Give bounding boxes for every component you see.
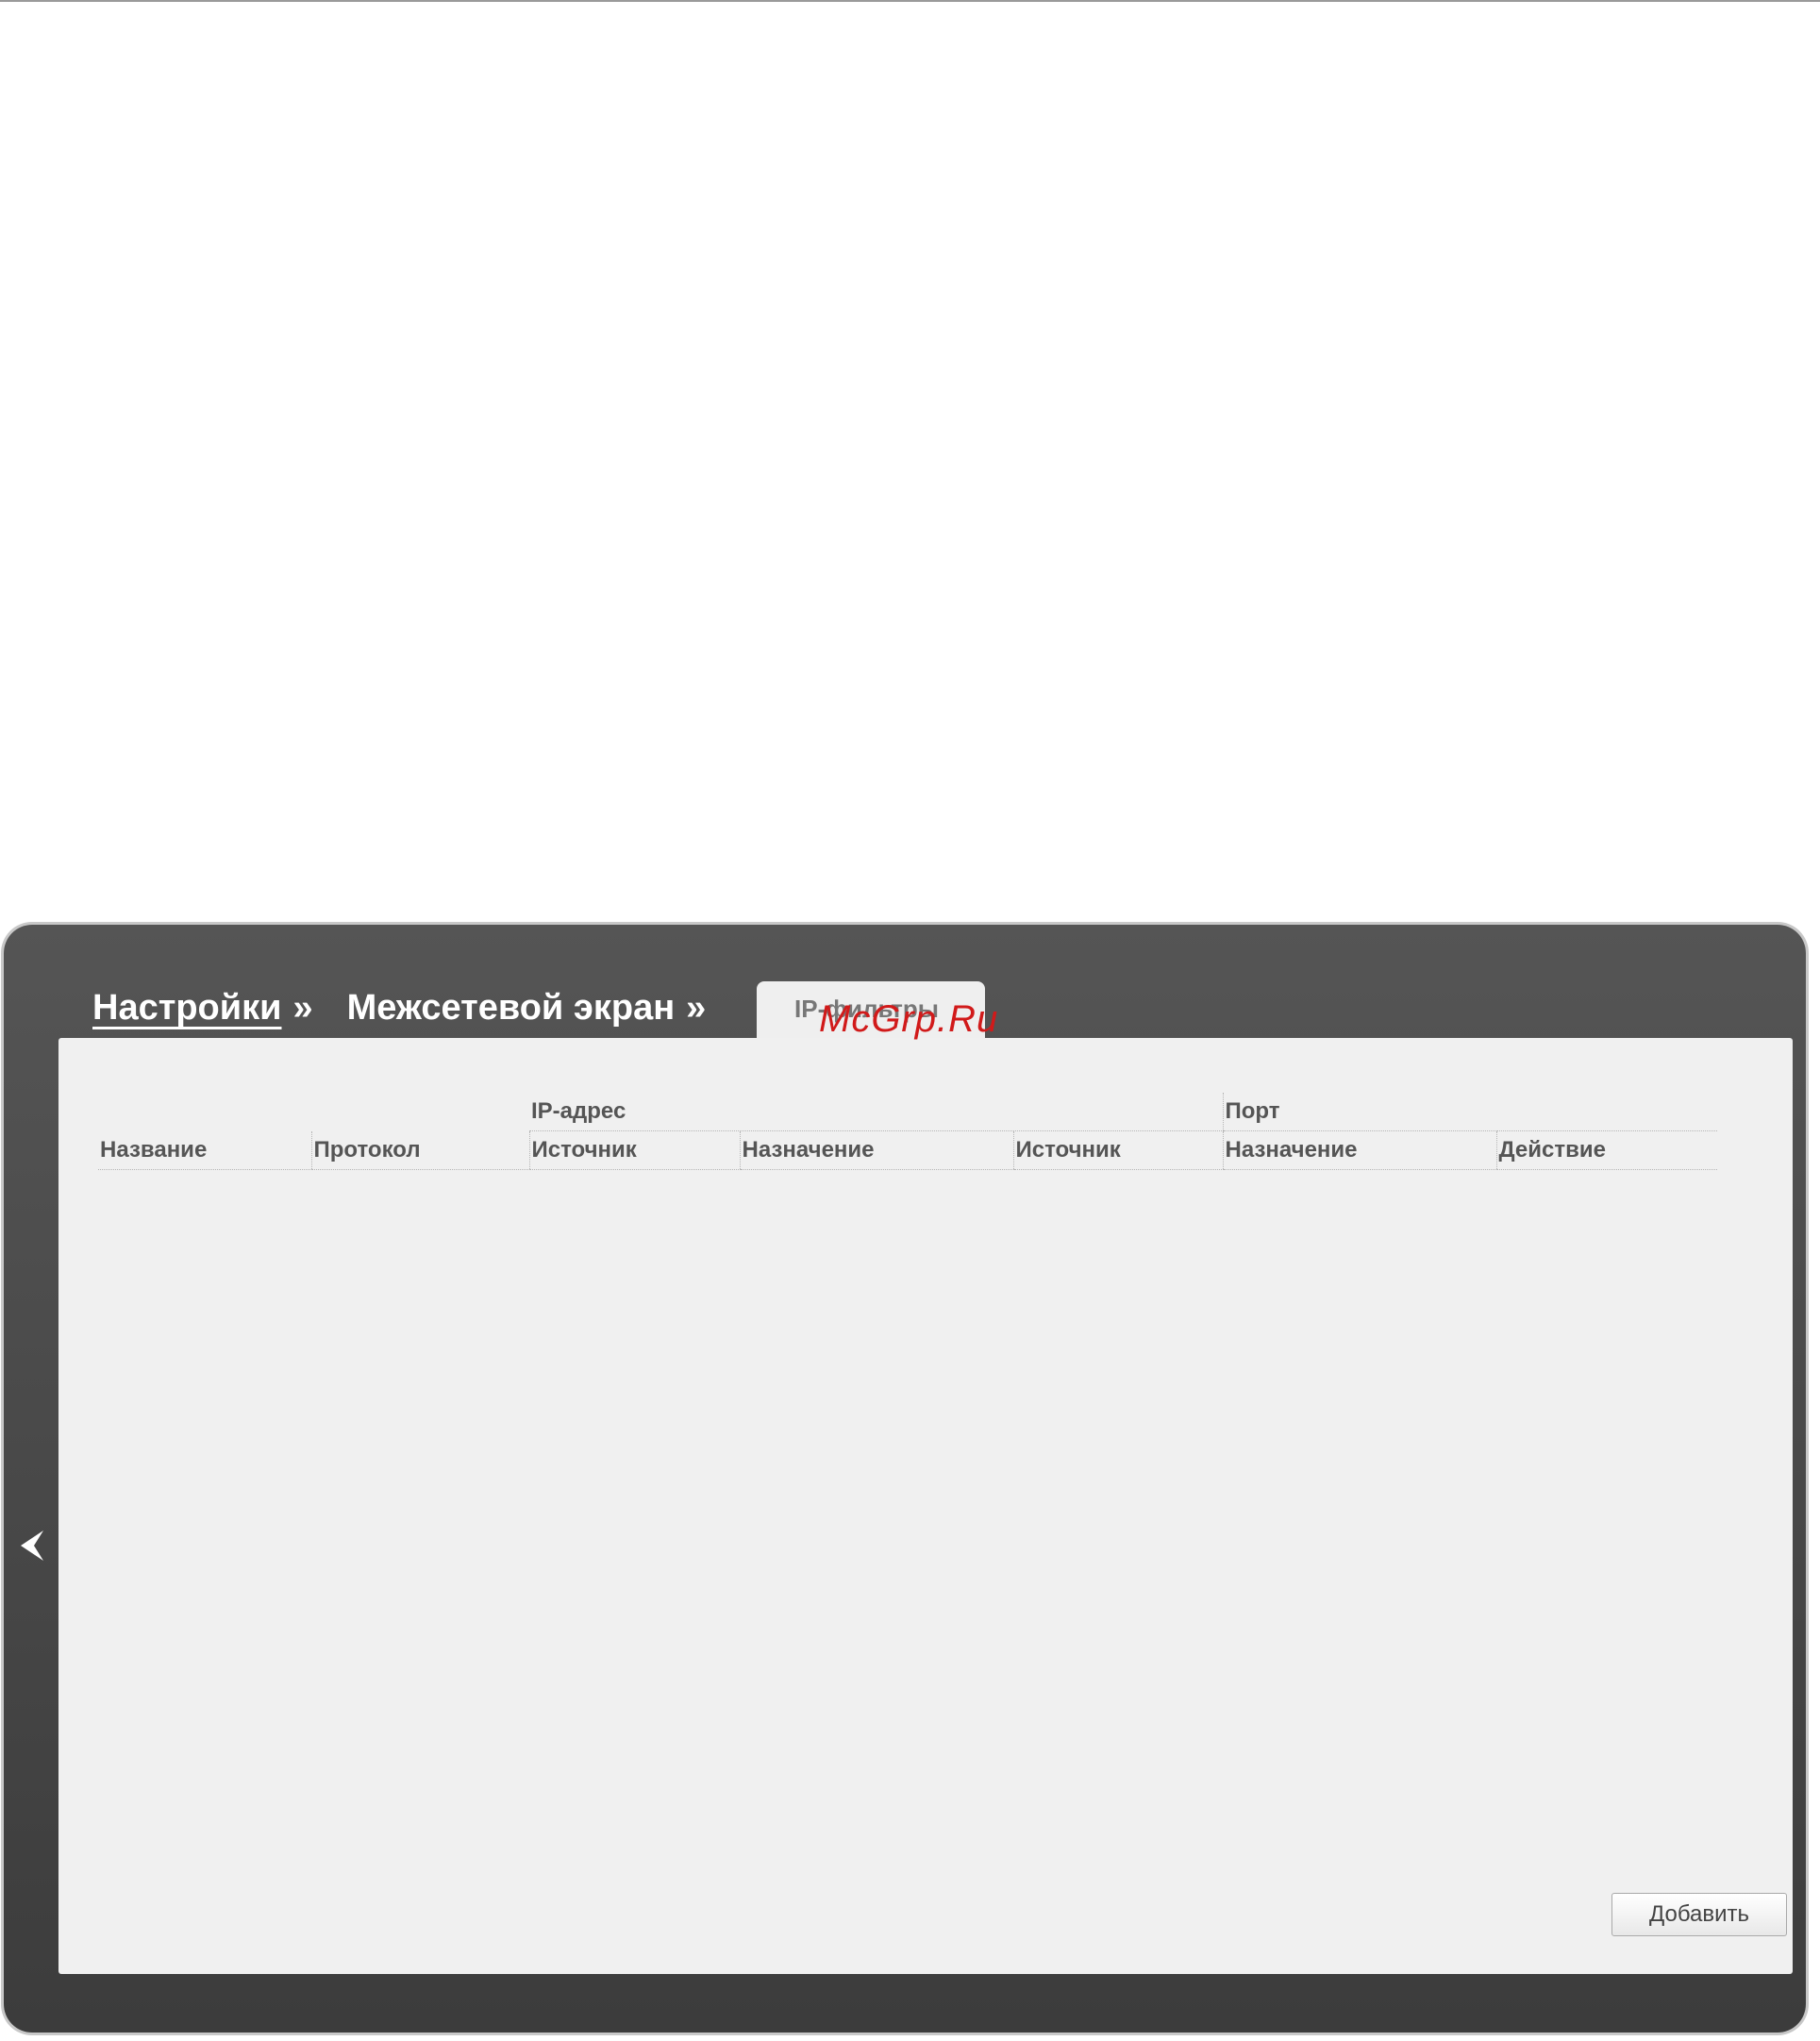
top-divider <box>0 0 1820 2</box>
column-header-protocol: Протокол <box>310 1130 529 1170</box>
breadcrumb-separator: » <box>292 987 313 1028</box>
table-header-ip-address: IP-адрес <box>529 1093 1223 1131</box>
chevron-left-icon[interactable] <box>15 1527 49 1564</box>
add-button[interactable]: Добавить <box>1611 1893 1787 1936</box>
column-header-port-destination: Назначение <box>1222 1130 1496 1170</box>
watermark: McGrp.Ru <box>819 998 999 1040</box>
column-header-ip-destination: Назначение <box>739 1130 1013 1170</box>
table-header-port: Порт <box>1222 1093 1717 1131</box>
breadcrumb-link-settings[interactable]: Настройки <box>92 988 281 1028</box>
column-header-name: Название <box>98 1130 311 1170</box>
ip-filters-grid: IP-адрес Порт Название Протокол Источник… <box>98 1093 1717 1170</box>
table-header-group-row: IP-адрес Порт <box>98 1093 1717 1131</box>
content-panel <box>58 1038 1793 1974</box>
table-header-row: Название Протокол Источник Назначение Ис… <box>98 1130 1717 1170</box>
ip-filters-table: IP-адрес Порт Название Протокол Источник… <box>98 1093 1717 1170</box>
breadcrumb-item-firewall: Межсетевой экран <box>346 987 676 1028</box>
table-header-spacer <box>98 1093 529 1131</box>
column-header-port-source: Источник <box>1012 1130 1223 1170</box>
column-header-ip-source: Источник <box>528 1130 740 1170</box>
breadcrumb: Настройки » Межсетевой экран » <box>92 981 740 1034</box>
column-header-action: Действие <box>1495 1130 1717 1170</box>
breadcrumb-separator: » <box>686 987 707 1028</box>
breadcrumb-item-settings[interactable]: Настройки <box>92 988 281 1029</box>
